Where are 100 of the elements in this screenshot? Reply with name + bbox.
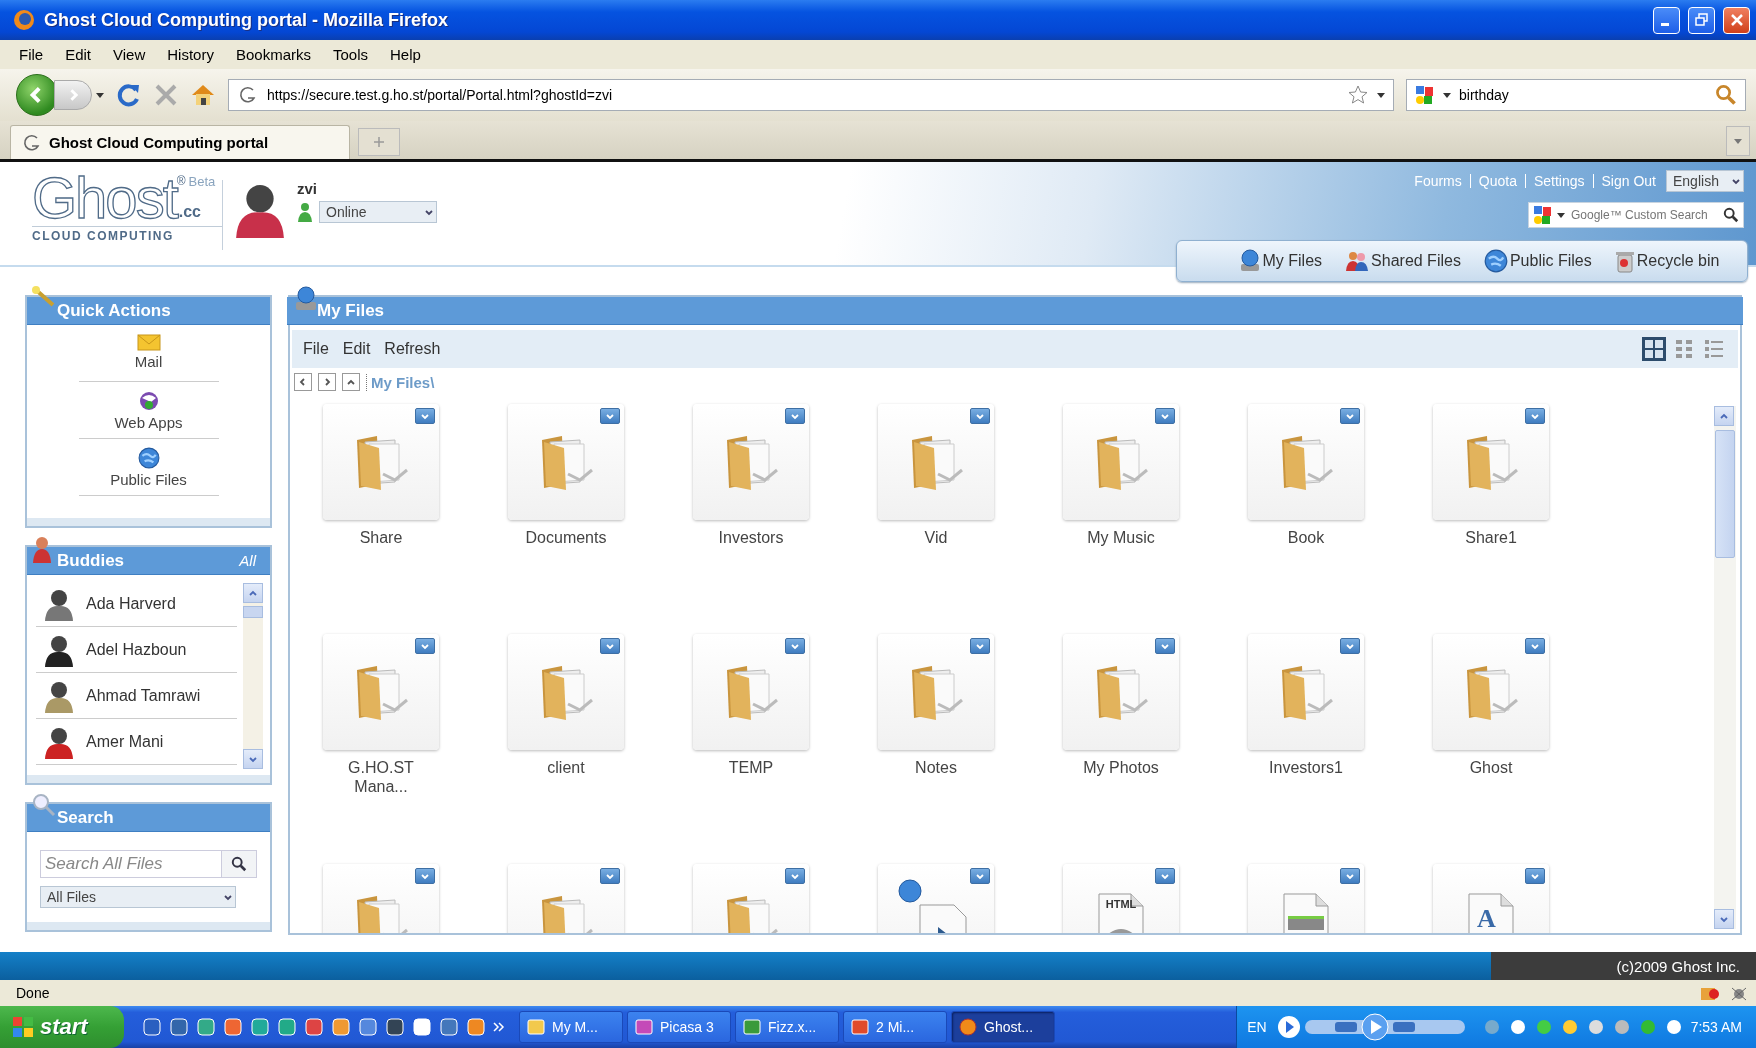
scope-select[interactable]: All Files [40, 886, 236, 908]
tile-menu-button[interactable] [1525, 408, 1545, 424]
tile-menu-button[interactable] [1340, 868, 1360, 884]
file-tile[interactable] [1433, 404, 1549, 520]
status-select[interactable]: Online [319, 201, 437, 223]
menu-item[interactable]: File [296, 340, 336, 358]
tile-menu-button[interactable] [970, 638, 990, 654]
forward-button[interactable] [318, 373, 336, 391]
quick-launch-icon[interactable] [331, 1017, 351, 1037]
file-tile[interactable] [1248, 404, 1364, 520]
section-tab[interactable]: Recycle bin [1614, 249, 1720, 273]
tile-menu-button[interactable] [415, 868, 435, 884]
menu-item[interactable]: View [102, 46, 157, 63]
quick-launch-icon[interactable] [358, 1017, 378, 1037]
search-files-field[interactable]: Search All Files [40, 850, 257, 878]
file-tile[interactable] [693, 634, 809, 750]
language-select[interactable]: English [1666, 170, 1744, 192]
file-tile[interactable] [323, 634, 439, 750]
taskbar-button[interactable]: Ghost... [951, 1011, 1055, 1043]
file-tile[interactable] [693, 404, 809, 520]
menu-item[interactable]: Edit [335, 340, 378, 358]
tile-menu-button[interactable] [600, 408, 620, 424]
taskbar-button[interactable]: Fizz.x... [735, 1011, 839, 1043]
quick-launch-icon[interactable] [412, 1017, 432, 1037]
history-dropdown[interactable] [96, 92, 104, 98]
section-tab[interactable]: My Files [1238, 249, 1323, 273]
tile-menu-button[interactable] [415, 408, 435, 424]
file-tile[interactable] [323, 404, 439, 520]
buddy-item[interactable]: Ahmad Tamrawi [36, 673, 237, 719]
menu-item[interactable]: Help [379, 46, 432, 63]
view-button[interactable] [1642, 337, 1666, 361]
tile-menu-button[interactable] [600, 868, 620, 884]
file-tile[interactable] [878, 634, 994, 750]
file-tile[interactable] [508, 634, 624, 750]
address-field[interactable]: https://secure.test.g.ho.st/portal/Portal.html?ghostId=zvi [228, 79, 1394, 111]
taskbar-button[interactable]: Picasa 3 [627, 1011, 731, 1043]
buddy-item[interactable]: Adel Hazboun [36, 627, 237, 673]
back-button[interactable] [294, 373, 312, 391]
quick-launch-icon[interactable] [142, 1017, 162, 1037]
tile-menu-button[interactable] [970, 408, 990, 424]
quick-launch-icon[interactable] [277, 1017, 297, 1037]
language-indicator[interactable]: EN [1247, 1019, 1267, 1035]
menu-item[interactable]: Bookmarks [224, 46, 322, 63]
file-tile[interactable]: HTML [1063, 864, 1179, 933]
quick-action[interactable]: Mail [78, 325, 219, 382]
section-tab[interactable]: Shared Files [1345, 249, 1461, 273]
menu-item[interactable]: Refresh [377, 340, 448, 358]
search-field[interactable]: birthday [1406, 79, 1746, 111]
quick-launch-icon[interactable] [304, 1017, 324, 1037]
quick-action[interactable]: Web Apps [78, 382, 219, 439]
tile-menu-button[interactable] [785, 408, 805, 424]
tray-icon[interactable] [1664, 1018, 1683, 1036]
tile-menu-button[interactable] [1525, 868, 1545, 884]
menu-item[interactable]: History [156, 46, 225, 63]
browser-tab[interactable]: Ghost Cloud Computing portal [10, 125, 350, 159]
scroll-up-button[interactable] [243, 583, 263, 603]
quick-launch-icon[interactable] [196, 1017, 216, 1037]
quick-launch-icon[interactable] [439, 1017, 459, 1037]
tile-menu-button[interactable] [1525, 638, 1545, 654]
tile-menu-button[interactable] [600, 638, 620, 654]
buddy-item[interactable]: Amer Mani [36, 719, 237, 765]
scroll-thumb[interactable] [243, 606, 263, 618]
tile-menu-button[interactable] [785, 868, 805, 884]
file-tile[interactable] [1248, 634, 1364, 750]
file-tile[interactable] [1063, 404, 1179, 520]
tile-menu-button[interactable] [785, 638, 805, 654]
search-button[interactable] [222, 851, 256, 877]
quick-launch-icon[interactable] [223, 1017, 243, 1037]
quick-launch-icon[interactable] [250, 1017, 270, 1037]
tile-menu-button[interactable] [1340, 638, 1360, 654]
up-button[interactable] [342, 373, 360, 391]
quick-launch-icon[interactable] [385, 1017, 405, 1037]
tile-menu-button[interactable] [415, 638, 435, 654]
tray-icon[interactable] [1560, 1018, 1579, 1036]
buddy-item[interactable]: Ada Harverd [36, 581, 237, 627]
home-button[interactable] [190, 82, 216, 108]
quick-action[interactable]: Public Files [78, 439, 219, 496]
tile-menu-button[interactable] [970, 868, 990, 884]
tile-menu-button[interactable] [1340, 408, 1360, 424]
taskbar-button[interactable]: My M... [519, 1011, 623, 1043]
chevron-icon[interactable] [493, 1021, 505, 1033]
scroll-down-button[interactable] [1714, 909, 1734, 929]
section-tab[interactable]: Public Files [1483, 249, 1592, 273]
scroll-down-button[interactable] [243, 749, 263, 769]
tile-menu-button[interactable] [1155, 868, 1175, 884]
tray-icon[interactable] [1586, 1018, 1605, 1036]
tab-list-button[interactable] [1726, 126, 1750, 156]
taskbar-button[interactable]: 2 Mi... [843, 1011, 947, 1043]
close-button[interactable] [1723, 6, 1750, 34]
file-tile[interactable] [878, 404, 994, 520]
tile-menu-button[interactable] [1155, 408, 1175, 424]
scroll-thumb[interactable] [1715, 430, 1735, 558]
quick-launch-icon[interactable] [466, 1017, 486, 1037]
quick-launch-icon[interactable] [169, 1017, 189, 1037]
menu-item[interactable]: File [8, 46, 55, 63]
restore-button[interactable] [1688, 6, 1715, 34]
tile-menu-button[interactable] [1155, 638, 1175, 654]
scroll-up-button[interactable] [1714, 406, 1734, 426]
minimize-button[interactable] [1653, 6, 1680, 34]
reload-button[interactable] [116, 82, 142, 108]
